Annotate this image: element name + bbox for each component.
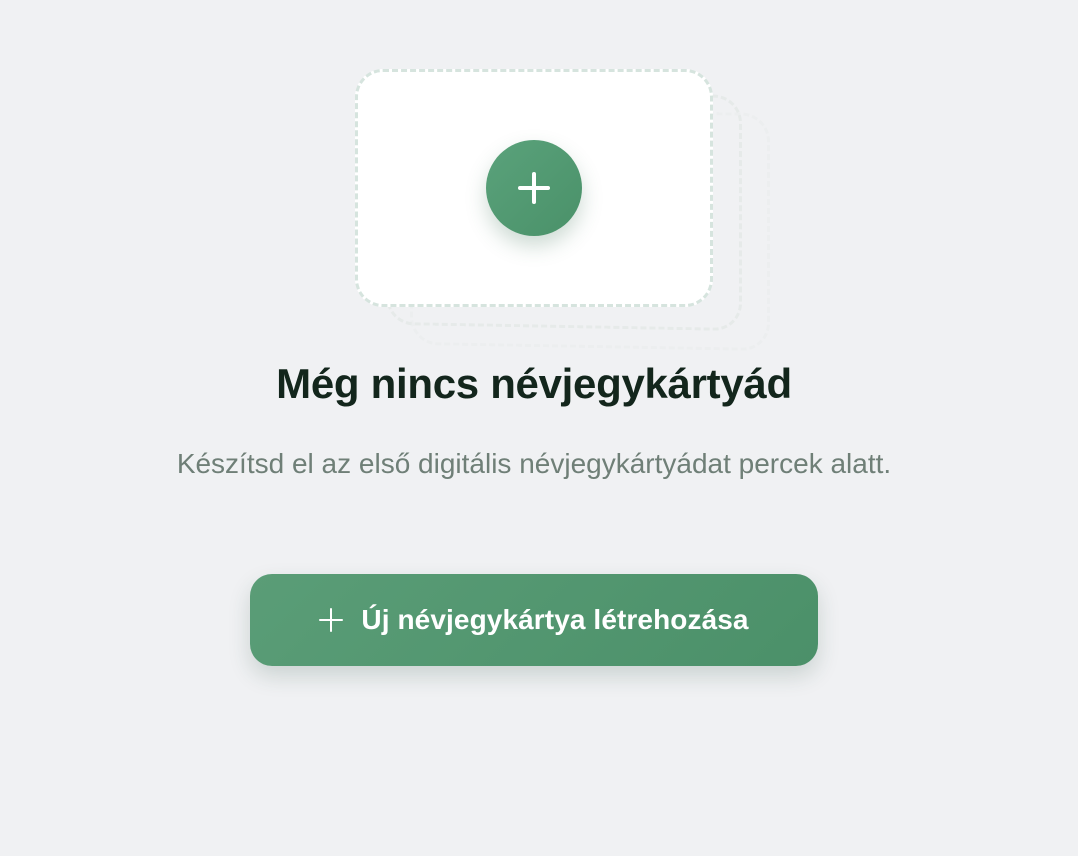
create-card-button[interactable]: Új névjegykártya létrehozása [250, 574, 818, 666]
empty-state-title: Még nincs névjegykártyád [276, 360, 792, 407]
plus-icon [319, 608, 344, 632]
empty-state-description: Készítsd el az első digitális névjegykár… [176, 448, 892, 479]
add-card-circle-button[interactable] [486, 140, 582, 236]
plus-icon [518, 172, 550, 204]
empty-state-illustration [0, 0, 1078, 360]
create-card-button-label: Új névjegykártya létrehozása [361, 604, 749, 635]
